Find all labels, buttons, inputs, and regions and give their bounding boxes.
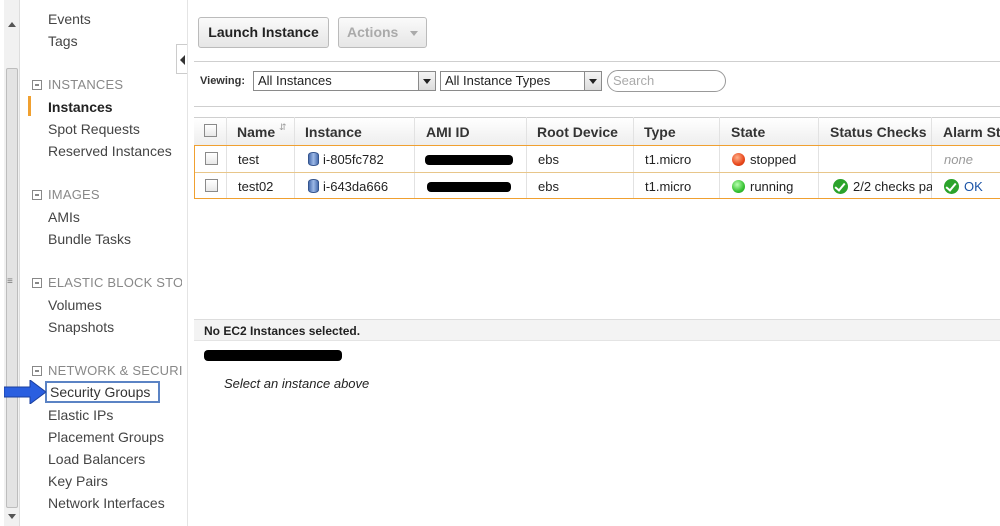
instances-filter-select[interactable]: All Instances: [253, 71, 436, 91]
sidebar-nav: Events Tags INSTANCES Instances Spot Req…: [22, 0, 182, 526]
actions-dropdown-button[interactable]: Actions: [338, 17, 427, 48]
actions-label: Actions: [347, 24, 399, 40]
state-running-icon: [732, 180, 745, 193]
instances-filter-value: All Instances: [258, 73, 332, 88]
collapse-icon: [32, 366, 42, 376]
redacted-ami-id: [427, 182, 511, 192]
dropdown-arrow-icon[interactable]: [418, 72, 435, 90]
sidebar-item-reserved-instances[interactable]: Reserved Instances: [48, 143, 172, 159]
sidebar-item-tags[interactable]: Tags: [48, 33, 78, 49]
details-header: No EC2 Instances selected.: [194, 319, 1000, 341]
section-elastic-block-store[interactable]: ELASTIC BLOCK STOI: [32, 275, 182, 290]
sidebar-item-network-interfaces[interactable]: Network Interfaces: [48, 495, 165, 511]
sidebar-item-volumes[interactable]: Volumes: [48, 297, 102, 313]
sidebar-item-amis[interactable]: AMIs: [48, 209, 80, 225]
search-input[interactable]: Search: [607, 70, 726, 92]
cell-alarm-status[interactable]: OK: [944, 179, 983, 194]
sidebar-item-spot-requests[interactable]: Spot Requests: [48, 121, 140, 137]
instance-icon: [308, 179, 319, 193]
column-header-state[interactable]: State: [731, 124, 765, 140]
row-checkbox[interactable]: [205, 179, 218, 192]
sort-icon[interactable]: ⇵: [279, 122, 287, 133]
table-header: Name ⇵ Instance AMI ID Root Device Type …: [194, 117, 1000, 145]
sidebar-item-snapshots[interactable]: Snapshots: [48, 319, 114, 335]
table-row[interactable]: test02 i-643da666 ebs t1.micro running 2…: [195, 172, 1000, 199]
table-body: test i-805fc782 ebs t1.micro stopped non…: [194, 145, 1000, 199]
section-network-security[interactable]: NETWORK & SECURIT: [32, 363, 182, 378]
cell-type: t1.micro: [645, 179, 692, 194]
cell-type: t1.micro: [645, 152, 692, 167]
sidebar-item-elastic-ips[interactable]: Elastic IPs: [48, 407, 113, 423]
scrollbar-thumb[interactable]: [6, 68, 18, 508]
column-header-status-checks[interactable]: Status Checks: [830, 124, 926, 140]
cell-state: running: [732, 179, 793, 194]
active-indicator: [28, 96, 31, 116]
row-checkbox[interactable]: [205, 152, 218, 165]
column-header-type[interactable]: Type: [644, 124, 676, 140]
toolbar-divider: [194, 61, 1000, 62]
instance-types-filter-select[interactable]: All Instance Types: [440, 71, 602, 91]
cell-name: test02: [238, 179, 274, 194]
dropdown-arrow-icon[interactable]: [584, 72, 601, 90]
grip-icon: ≡: [7, 276, 13, 287]
sidebar-item-events[interactable]: Events: [48, 11, 91, 27]
cell-state: stopped: [732, 152, 796, 167]
check-icon: [944, 179, 959, 194]
sidebar-item-bundle-tasks[interactable]: Bundle Tasks: [48, 231, 131, 247]
instance-icon: [308, 152, 319, 166]
cell-root-device: ebs: [538, 152, 559, 167]
redacted-details-text: [204, 350, 342, 361]
state-stopped-icon: [732, 153, 745, 166]
pointer-arrow-icon: [4, 380, 46, 404]
pane-divider: [187, 0, 188, 526]
chevron-down-icon: [410, 31, 418, 36]
sidebar-item-placement-groups[interactable]: Placement Groups: [48, 429, 164, 445]
collapse-icon: [32, 278, 42, 288]
column-header-alarm-status[interactable]: Alarm Sta: [943, 124, 1000, 140]
column-header-instance[interactable]: Instance: [305, 124, 362, 140]
scroll-down-icon[interactable]: [8, 514, 16, 519]
collapse-icon: [32, 80, 42, 90]
section-images[interactable]: IMAGES: [32, 187, 100, 202]
sidebar-scrollbar[interactable]: ≡: [4, 0, 20, 526]
column-header-name[interactable]: Name: [237, 124, 275, 140]
cell-status-checks: 2/2 checks pa: [833, 179, 932, 194]
column-header-root-device[interactable]: Root Device: [537, 124, 618, 140]
chevron-left-icon: [180, 55, 185, 65]
scroll-up-icon[interactable]: [8, 22, 16, 27]
viewing-label: Viewing:: [200, 75, 246, 87]
types-filter-value: All Instance Types: [445, 73, 551, 88]
sidebar-item-security-groups[interactable]: Security Groups: [45, 381, 161, 403]
cell-name: test: [238, 152, 259, 167]
cell-alarm-status: none: [944, 152, 973, 167]
select-all-checkbox[interactable]: [204, 124, 217, 137]
details-title: No EC2 Instances selected.: [204, 324, 361, 338]
details-message: Select an instance above: [224, 376, 370, 391]
check-icon: [833, 179, 848, 194]
table-row[interactable]: test i-805fc782 ebs t1.micro stopped non…: [195, 146, 1000, 173]
redacted-ami-id: [425, 155, 513, 165]
launch-instance-button[interactable]: Launch Instance: [198, 17, 329, 48]
cell-root-device: ebs: [538, 179, 559, 194]
section-instances[interactable]: INSTANCES: [32, 77, 123, 92]
collapse-icon: [32, 190, 42, 200]
sidebar-item-load-balancers[interactable]: Load Balancers: [48, 451, 145, 467]
filter-divider: [194, 106, 1000, 107]
sidebar-item-key-pairs[interactable]: Key Pairs: [48, 473, 108, 489]
cell-instance: i-805fc782: [308, 152, 384, 167]
cell-instance: i-643da666: [308, 179, 388, 194]
column-header-ami-id[interactable]: AMI ID: [426, 124, 470, 140]
sidebar-item-instances[interactable]: Instances: [48, 99, 113, 115]
